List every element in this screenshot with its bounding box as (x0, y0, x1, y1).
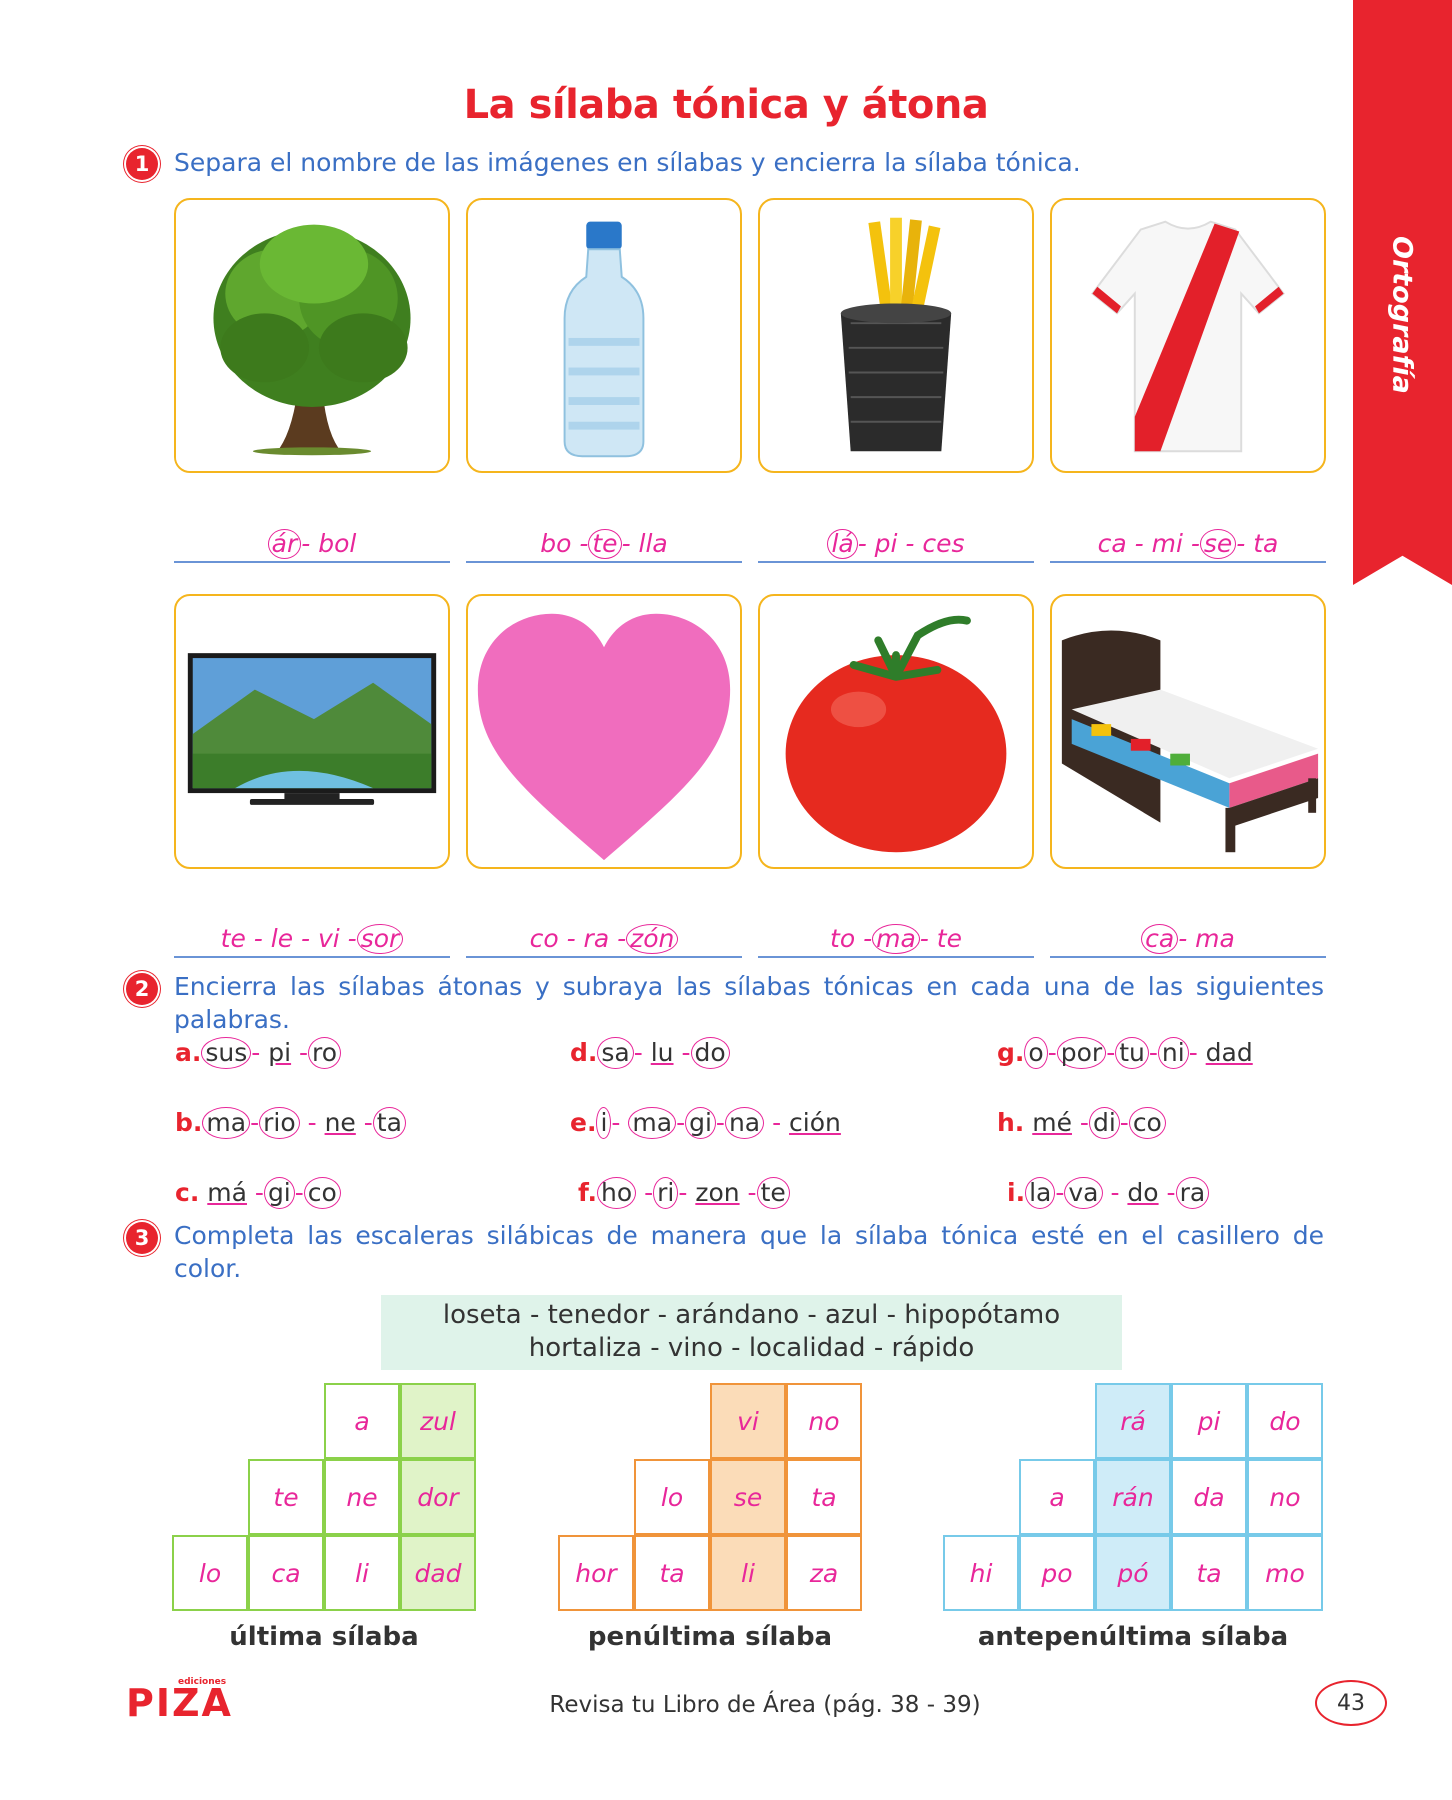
pencil-cup-icon (840, 217, 952, 452)
stair-cell-tonic[interactable]: se (710, 1459, 786, 1535)
image-bottle (466, 198, 742, 473)
image-tv (174, 594, 450, 869)
stair-cell-tonic[interactable]: rá (1095, 1383, 1171, 1459)
page-title: La sílaba tónica y átona (463, 82, 989, 128)
answer-camiseta: ca - mi - se - ta (1097, 529, 1279, 559)
stair-cell[interactable]: a (1019, 1459, 1095, 1535)
exercise-f[interactable]: f. ho - ri - zon - te (578, 1177, 790, 1209)
answer-line-corazon[interactable]: co - ra - zón (466, 918, 742, 958)
image-bed (1050, 594, 1326, 869)
stair-cell[interactable]: ca (248, 1535, 324, 1611)
answer-botella: bo - te - lla (540, 529, 668, 559)
stair-cell[interactable]: ta (634, 1535, 710, 1611)
stair-cell[interactable]: ta (1171, 1535, 1247, 1611)
answer-line-arbol[interactable]: ár - bol (174, 523, 450, 563)
stair-cell[interactable]: hor (558, 1535, 634, 1611)
stair-cell[interactable]: lo (172, 1535, 248, 1611)
image-jersey (1050, 198, 1326, 473)
exercise-d[interactable]: d. sa - lu - do (570, 1037, 730, 1069)
answer-tomate: to - ma - te (830, 924, 962, 954)
stair-cell-tonic[interactable]: dad (400, 1535, 476, 1611)
answer-cama: ca - ma (1050, 924, 1326, 954)
answer-lapices: lá - pi - ces (758, 529, 1034, 559)
exercise-i[interactable]: i. la - va - do - ra (1007, 1177, 1210, 1209)
answer-line-lapices[interactable]: lá - pi - ces (758, 523, 1034, 563)
bottle-icon (563, 221, 645, 458)
exercise-h[interactable]: h. mé - di - co (997, 1107, 1166, 1139)
stair-cell[interactable]: ne (324, 1459, 400, 1535)
answer-arbol: ár - bol (174, 529, 450, 559)
label-penultima: penúltima sílaba (587, 1622, 833, 1652)
question-3-text: Completa las escaleras silábicas de mane… (174, 1221, 1324, 1283)
exercise-b[interactable]: b. ma - rio - ne - ta (175, 1107, 406, 1139)
tree-icon (176, 224, 448, 471)
stair-cell[interactable]: te (248, 1459, 324, 1535)
section-tab-label: Ortografía (1386, 236, 1418, 394)
exercise-g[interactable]: g. o - por - tu - ni - dad (997, 1037, 1253, 1069)
question-1-text: Separa el nombre de las imágenes en síla… (174, 148, 1081, 177)
stair-cell-tonic[interactable]: zul (400, 1383, 476, 1459)
answer-line-botella[interactable]: bo - te - lla (466, 523, 742, 563)
stair-cell[interactable]: hi (943, 1535, 1019, 1611)
exercise-a[interactable]: a. sus - pi - ro (175, 1037, 342, 1069)
answer-television: te - le - vi - sor (174, 924, 450, 954)
heart-icon (477, 613, 731, 861)
stair-cell[interactable]: da (1171, 1459, 1247, 1535)
stair-cell[interactable]: no (1247, 1459, 1323, 1535)
stair-cell-tonic[interactable]: dor (400, 1459, 476, 1535)
stair-cell[interactable]: li (324, 1535, 400, 1611)
answer-line-television[interactable]: te - le - vi - sor (174, 918, 450, 958)
image-tree (174, 198, 450, 473)
stair-cell[interactable]: za (786, 1535, 862, 1611)
stair-cell[interactable]: mo (1247, 1535, 1323, 1611)
stair-cell-tonic[interactable]: li (710, 1535, 786, 1611)
image-tomato (758, 594, 1034, 869)
word-bank-line-1: loseta - tenedor - arándano - azul - hip… (442, 1300, 1061, 1330)
television-icon (187, 653, 437, 805)
bed-icon (1061, 630, 1319, 853)
image-pencils (758, 198, 1034, 473)
answer-line-camiseta[interactable]: ca - mi - se - ta (1050, 523, 1326, 563)
stair-cell-tonic[interactable]: pó (1095, 1535, 1171, 1611)
answer-corazon: co - ra - zón (466, 924, 742, 954)
stair-cell[interactable]: a (324, 1383, 400, 1459)
tomato-icon (785, 615, 1007, 853)
stair-cell[interactable]: po (1019, 1535, 1095, 1611)
question-2-number: 2 (126, 973, 158, 1005)
answer-line-cama[interactable]: ca - ma (1050, 918, 1326, 958)
label-antepenultima: antepenúltima sílaba (977, 1622, 1289, 1652)
stair-cell[interactable]: ta (786, 1459, 862, 1535)
stair-cell[interactable]: do (1247, 1383, 1323, 1459)
answer-line-tomate[interactable]: to - ma - te (758, 918, 1034, 958)
exercise-c[interactable]: c. má - gi - co (175, 1177, 341, 1209)
stair-cell[interactable]: no (786, 1383, 862, 1459)
jersey-icon (1091, 220, 1285, 453)
stair-cell-tonic[interactable]: rán (1095, 1459, 1171, 1535)
word-bank-line-2: hortaliza - vino - localidad - rápido (528, 1333, 975, 1363)
word-bank: loseta - tenedor - arándano - azul - hip… (381, 1295, 1122, 1370)
stair-cell[interactable]: pi (1171, 1383, 1247, 1459)
stair-cell[interactable]: lo (634, 1459, 710, 1535)
question-1-number: 1 (126, 148, 158, 180)
footer-reference: Revisa tu Libro de Área (pág. 38 - 39) (549, 1692, 981, 1718)
question-3-number: 3 (126, 1222, 158, 1254)
exercise-e[interactable]: e. i - ma - gi - na - ción (570, 1107, 841, 1139)
page-number: 43 (1315, 1680, 1387, 1726)
image-heart (466, 594, 742, 869)
question-2-text: Encierra las sílabas átonas y subraya la… (174, 972, 1324, 1034)
stair-cell-tonic[interactable]: vi (710, 1383, 786, 1459)
label-ultima: última sílaba (229, 1622, 419, 1652)
